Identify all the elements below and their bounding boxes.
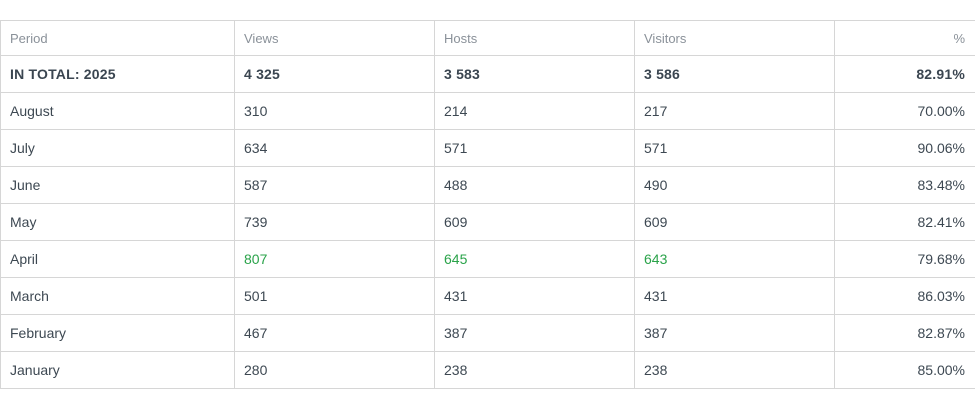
row-views: 280 [234, 351, 435, 389]
row-period: August [0, 92, 235, 130]
table-row: March 501 431 431 86.03% [0, 277, 975, 315]
row-hosts: 431 [434, 277, 635, 315]
table-row-highlighted: April 807 645 643 79.68% [0, 240, 975, 278]
total-views: 4 325 [234, 55, 435, 93]
row-period: March [0, 277, 235, 315]
row-period: July [0, 129, 235, 167]
table-row: February 467 387 387 82.87% [0, 314, 975, 352]
row-period: February [0, 314, 235, 352]
table-header-row: Period Views Hosts Visitors % [0, 20, 975, 56]
row-visitors: 490 [634, 166, 835, 204]
row-visitors: 387 [634, 314, 835, 352]
row-percent: 70.00% [834, 92, 975, 130]
row-visitors: 571 [634, 129, 835, 167]
header-visitors: Visitors [634, 20, 835, 56]
row-views-highlighted: 807 [234, 240, 435, 278]
row-hosts: 571 [434, 129, 635, 167]
table-row: July 634 571 571 90.06% [0, 129, 975, 167]
total-hosts: 3 583 [434, 55, 635, 93]
row-visitors: 238 [634, 351, 835, 389]
row-percent: 83.48% [834, 166, 975, 204]
header-percent: % [834, 20, 975, 56]
total-visitors: 3 586 [634, 55, 835, 93]
stats-table: Period Views Hosts Visitors % IN TOTAL: … [0, 20, 975, 389]
row-period: June [0, 166, 235, 204]
row-period: January [0, 351, 235, 389]
row-views: 634 [234, 129, 435, 167]
row-percent: 90.06% [834, 129, 975, 167]
row-views: 739 [234, 203, 435, 241]
row-visitors: 609 [634, 203, 835, 241]
row-hosts: 238 [434, 351, 635, 389]
row-hosts: 214 [434, 92, 635, 130]
stats-table-container: Period Views Hosts Visitors % IN TOTAL: … [0, 20, 975, 389]
total-label: IN TOTAL: 2025 [0, 55, 235, 93]
row-hosts: 488 [434, 166, 635, 204]
row-visitors: 431 [634, 277, 835, 315]
header-hosts: Hosts [434, 20, 635, 56]
header-views: Views [234, 20, 435, 56]
table-row: May 739 609 609 82.41% [0, 203, 975, 241]
row-hosts: 387 [434, 314, 635, 352]
row-percent: 86.03% [834, 277, 975, 315]
row-hosts-highlighted: 645 [434, 240, 635, 278]
row-percent: 79.68% [834, 240, 975, 278]
row-percent: 82.41% [834, 203, 975, 241]
row-visitors-highlighted: 643 [634, 240, 835, 278]
table-row: June 587 488 490 83.48% [0, 166, 975, 204]
row-visitors: 217 [634, 92, 835, 130]
row-percent: 85.00% [834, 351, 975, 389]
row-views: 587 [234, 166, 435, 204]
total-row: IN TOTAL: 2025 4 325 3 583 3 586 82.91% [0, 55, 975, 93]
row-hosts: 609 [434, 203, 635, 241]
row-views: 501 [234, 277, 435, 315]
row-views: 467 [234, 314, 435, 352]
table-row: January 280 238 238 85.00% [0, 351, 975, 389]
row-percent: 82.87% [834, 314, 975, 352]
header-period: Period [0, 20, 235, 56]
row-period: May [0, 203, 235, 241]
row-views: 310 [234, 92, 435, 130]
row-period: April [0, 240, 235, 278]
table-row: August 310 214 217 70.00% [0, 92, 975, 130]
total-percent: 82.91% [834, 55, 975, 93]
